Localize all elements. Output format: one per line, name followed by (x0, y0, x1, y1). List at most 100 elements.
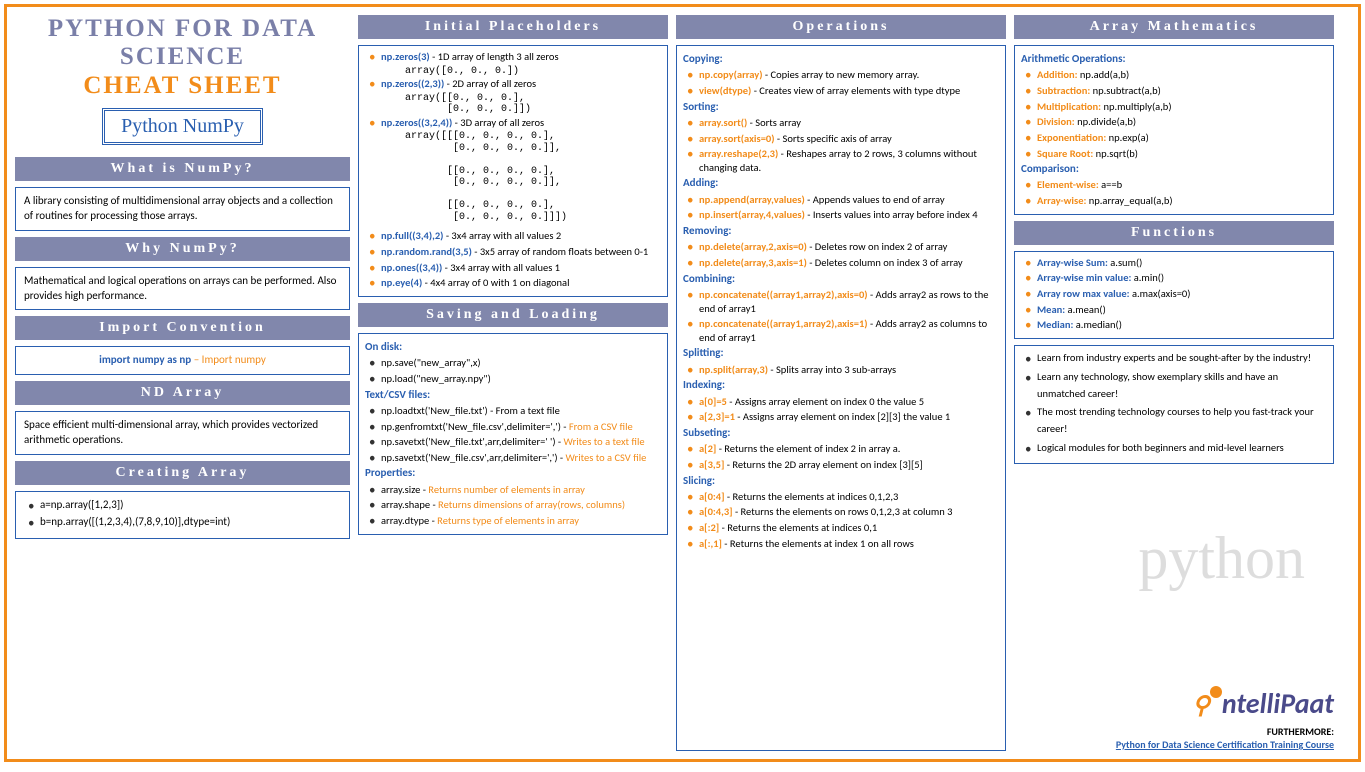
title-block: PYTHON FOR DATA SCIENCE CHEAT SHEET Pyth… (15, 15, 350, 145)
concat-cols-item: np.concatenate((array1,array2),axis=1) -… (687, 317, 999, 344)
su2c: a[3,5] (699, 458, 724, 471)
z1-code: np.zeros(3) (381, 50, 430, 63)
c1c: np.copy(array) (699, 68, 763, 81)
import-note: – Import numpy (191, 353, 266, 366)
c1d: - Copies array to new memory array. (763, 68, 920, 81)
sl1d: - Returns the elements at indices 0,1,2,… (725, 490, 899, 503)
insert-item: np.insert(array,4,values) - Inserts valu… (687, 208, 999, 222)
m1l: Addition: (1037, 68, 1078, 81)
import-convention-hdr: Import Convention (15, 316, 350, 340)
full-desc: - 3x4 array with all values 2 (443, 229, 561, 242)
size-line: array.size - Returns number of elements … (369, 483, 661, 497)
a1d: - Appends values to end of array (805, 193, 945, 206)
functions-body: Array-wise Sum: a.sum() Array-wise min v… (1014, 251, 1334, 339)
subtitle: Python NumPy (121, 115, 244, 137)
s3c: array.reshape(2,3) (699, 147, 778, 160)
f4l: Mean: (1037, 303, 1065, 316)
course-link[interactable]: Python for Data Science Certification Tr… (1116, 738, 1334, 751)
su1d: - Returns the element of index 2 in arra… (716, 442, 900, 455)
rand-code: np.random.rand(3,5) (381, 245, 472, 258)
i2c: a[2,3]=1 (699, 410, 735, 423)
eye-desc: - 4x4 array of 0 with 1 on diagonal (422, 276, 569, 289)
z2-code: np.zeros((2,3)) (381, 77, 444, 90)
p2b: Returns dimensions of array(rows, column… (438, 498, 625, 511)
cb1c: np.concatenate((array1,array2),axis=0) (699, 288, 868, 301)
cp2l: Array-wise: (1037, 194, 1086, 207)
eye-code: np.eye(4) (381, 276, 422, 289)
z1-desc: - 1D array of length 3 all zeros (430, 50, 559, 63)
f1v: a.sum() (1108, 256, 1142, 269)
r2c: np.delete(array,3,axis=1) (699, 256, 807, 269)
sl3c: a[:2] (699, 521, 719, 534)
exponentiation-item: Exponentiation: np.exp(a) (1025, 131, 1327, 145)
sorting-hdr: Sorting: (683, 100, 999, 114)
rand-desc: - 3x5 array of random floats between 0-1 (472, 245, 648, 258)
creating-array-body: a=np.array([1,2,3]) b=np.array([(1,2,3,4… (15, 491, 350, 539)
logo-figure-icon: ⚲ (1192, 691, 1210, 720)
what-is-numpy-body: A library consisting of multidimensional… (15, 187, 350, 231)
m4l: Division: (1037, 115, 1075, 128)
loadtxt-line: np.loadtxt('New_file.txt') - From a text… (369, 404, 661, 418)
column-4: Array Mathematics Arithmetic Operations:… (1014, 15, 1334, 751)
split-item: np.split(array,3) - Splits array into 3 … (687, 363, 999, 377)
combining-hdr: Combining: (683, 272, 999, 286)
sl3d: - Returns the elements at indices 0,1 (719, 521, 877, 534)
saving-loading-body: On disk: np.save("new_array",x) np.load(… (358, 333, 668, 535)
arithmetic-hdr: Arithmetic Operations: (1021, 52, 1327, 66)
m5v: np.exp(a) (1106, 131, 1149, 144)
t2a: np.genfromtxt('New_file.csv',delimiter='… (381, 420, 569, 433)
genfromtxt-line: np.genfromtxt('New_file.csv',delimiter='… (369, 420, 661, 434)
subtitle-box: Python NumPy (102, 108, 263, 145)
addition-item: Addition: np.add(a,b) (1025, 68, 1327, 82)
i1c: a[0]=5 (699, 395, 727, 408)
m4v: np.divide(a,b) (1075, 115, 1136, 128)
sl1c: a[0:4] (699, 490, 725, 503)
zeros-1d: np.zeros(3) - 1D array of length 3 all z… (369, 50, 661, 64)
slice-043-item: a[0:4,3] - Returns the elements on rows … (687, 505, 999, 519)
array-math-body: Arithmetic Operations: Addition: np.add(… (1014, 45, 1334, 215)
a1c: np.append(array,values) (699, 193, 805, 206)
operations-body: Copying: np.copy(array) - Copies array t… (676, 45, 1006, 751)
column-1: PYTHON FOR DATA SCIENCE CHEAT SHEET Pyth… (15, 15, 350, 751)
m6v: np.sqrt(b) (1093, 147, 1138, 160)
mean-item: Mean: a.mean() (1025, 303, 1327, 317)
comparison-hdr: Comparison: (1021, 162, 1327, 176)
creating-array-hdr: Creating Array (15, 461, 350, 485)
p1b: Returns number of elements in array (428, 483, 585, 496)
f3l: Array row max value: (1037, 287, 1130, 300)
a2c: np.insert(array,4,values) (699, 208, 805, 221)
operations-hdr: Operations (676, 15, 1006, 39)
m3l: Multiplication: (1037, 100, 1101, 113)
z2-output: array([[0., 0., 0.], [0., 0., 0.]]) (365, 93, 661, 116)
a2d: - Inserts values into array before index… (805, 208, 978, 221)
ones-desc: - 3x4 array with all values 1 (442, 261, 560, 274)
nd-array-hdr: ND Array (15, 381, 350, 405)
import-code: import numpy as np (99, 353, 191, 366)
eye-item: np.eye(4) - 4x4 array of 0 with 1 on dia… (369, 276, 661, 290)
column-3: Operations Copying: np.copy(array) - Cop… (676, 15, 1006, 751)
r1c: np.delete(array,2,axis=0) (699, 240, 807, 253)
promo-4: Logical modules for both beginners and m… (1025, 440, 1327, 457)
elementwise-item: Element-wise: a==b (1025, 178, 1327, 192)
cp1l: Element-wise: (1037, 178, 1099, 191)
create-a: a=np.array([1,2,3]) (28, 498, 341, 513)
adding-hdr: Adding: (683, 176, 999, 190)
dtype-line: array.dtype - Returns type of elements i… (369, 514, 661, 528)
sqrt-item: Square Root: np.sqrt(b) (1025, 147, 1327, 161)
removing-hdr: Removing: (683, 224, 999, 238)
p3a: array.dtype - (381, 514, 437, 527)
logo-dot-icon (1210, 686, 1222, 698)
save-line: np.save("new_array",x) (369, 356, 661, 370)
m1v: np.add(a,b) (1078, 68, 1130, 81)
savetxt-csv-line: np.savetxt('New_file.csv',arr,delimiter=… (369, 451, 661, 465)
z1-output: array([0., 0., 0.]) (365, 66, 661, 78)
saving-loading-hdr: Saving and Loading (358, 303, 668, 327)
slice-col1-item: a[:,1] - Returns the elements at index 1… (687, 537, 999, 551)
import-convention-body: import numpy as np – Import numpy (15, 346, 350, 375)
column-2: Initial Placeholders np.zeros(3) - 1D ar… (358, 15, 668, 751)
sort-axis-item: array.sort(axis=0) - Sorts specific axis… (687, 132, 999, 146)
s1c: array.sort() (699, 116, 747, 129)
concat-rows-item: np.concatenate((array1,array2),axis=0) -… (687, 288, 999, 315)
max-item: Array row max value: a.max(axis=0) (1025, 287, 1327, 301)
m6l: Square Root: (1037, 147, 1093, 160)
